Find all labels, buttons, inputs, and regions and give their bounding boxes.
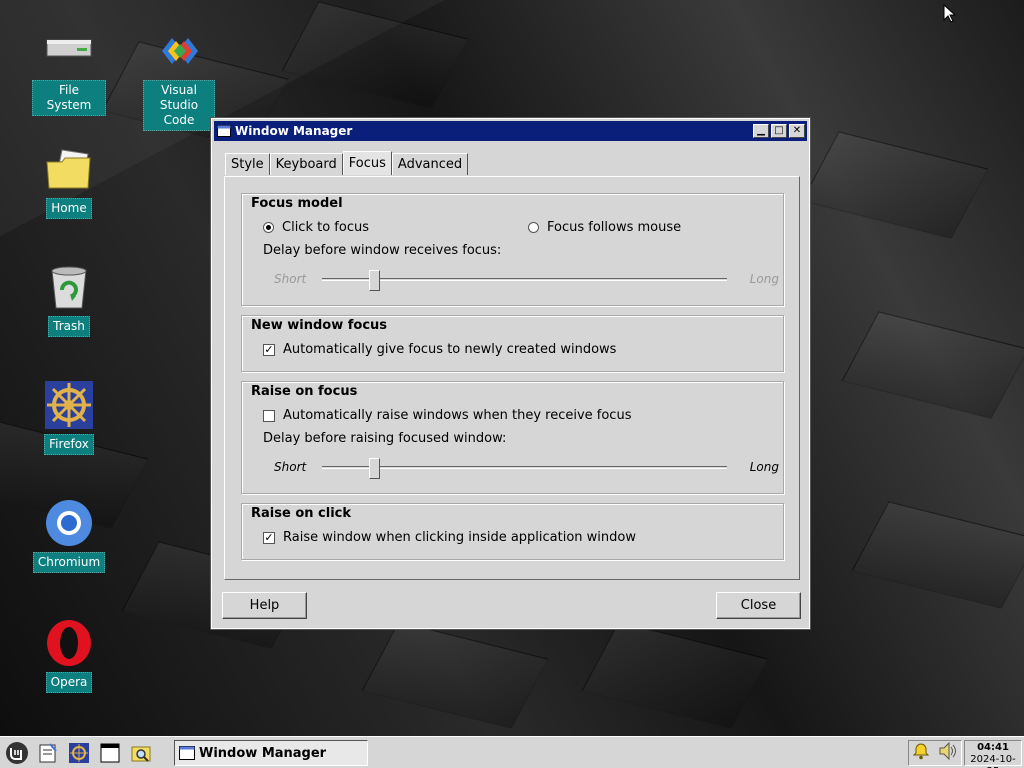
system-tray: [908, 740, 962, 766]
trash-icon: [51, 266, 87, 309]
drive-icon: [46, 39, 92, 57]
raise-delay-slider-thumb[interactable]: [369, 458, 380, 479]
start-menu-button[interactable]: [3, 740, 31, 766]
chromium-icon: [46, 500, 92, 546]
maximize-button[interactable]: □: [771, 124, 787, 138]
titlebar[interactable]: Window Manager ▁ □ ✕: [214, 121, 807, 141]
help-button[interactable]: Help: [222, 592, 307, 619]
desktop-icon-label: Trash: [48, 316, 90, 337]
minimize-icon: ▁: [757, 125, 765, 136]
desktop-icon-label: Firefox: [44, 434, 94, 455]
give-focus-new-windows-label: Automatically give focus to newly create…: [283, 342, 617, 357]
desktop-icon-label: Chromium: [32, 552, 106, 573]
vscode-icon: [162, 38, 198, 64]
raise-on-click-checkbox[interactable]: ✓: [263, 531, 275, 544]
desktop-icon-vscode[interactable]: Visual Studio Code: [142, 26, 216, 131]
focus-delay-short-label: Short: [274, 272, 307, 286]
new-window-focus-group: New window focus ✓ Automatically give fo…: [241, 315, 784, 372]
desktop-icon-firefox[interactable]: Firefox: [32, 380, 106, 455]
clock-time: 04:41: [977, 742, 1009, 753]
firefox-icon: [45, 381, 93, 429]
text-editor-icon: [39, 742, 57, 762]
desktop-icon-home[interactable]: Home: [32, 144, 106, 219]
desktop-icon-label: Visual Studio Code: [143, 80, 215, 131]
raise-delay-long-label: Long: [749, 460, 779, 474]
click-to-focus-label: Click to focus: [282, 220, 369, 235]
desktop-icon-label: File System: [32, 80, 106, 116]
click-to-focus-option[interactable]: Click to focus: [263, 220, 369, 235]
tab-keyboard[interactable]: Keyboard: [269, 153, 343, 175]
opera-icon: [47, 620, 91, 666]
desktop-icon-label: Home: [46, 198, 92, 219]
focus-delay-slider-row: Short Long: [274, 268, 779, 292]
desktop-icon-trash[interactable]: Trash: [32, 262, 106, 337]
window-manager-app-icon: [217, 125, 231, 137]
taskbar: Window Manager 04:41 2024-10-25: [0, 736, 1024, 768]
firefox-icon: [69, 742, 89, 763]
volume-speaker-icon[interactable]: [938, 741, 958, 765]
clock-date: 2024-10-25: [970, 754, 1016, 768]
auto-raise-label: Automatically raise windows when they re…: [283, 408, 632, 423]
raise-on-click-title: Raise on click: [251, 506, 352, 521]
tab-focus[interactable]: Focus: [342, 151, 392, 175]
focus-delay-label: Delay before window receives focus:: [263, 243, 502, 258]
search-folder-icon: [131, 746, 151, 762]
quicklaunch-file-search[interactable]: [127, 740, 155, 766]
auto-raise-checkbox[interactable]: [263, 409, 275, 422]
focus-model-group: Focus model Click to focus Focus follows…: [241, 193, 784, 306]
raise-on-focus-title: Raise on focus: [251, 384, 358, 399]
focus-follows-mouse-label: Focus follows mouse: [547, 220, 682, 235]
close-window-button[interactable]: ✕: [789, 124, 805, 138]
notification-bell-icon[interactable]: [912, 742, 930, 764]
focus-delay-slider[interactable]: [322, 270, 727, 291]
focus-delay-slider-thumb[interactable]: [369, 270, 380, 291]
taskbar-entry-label: Window Manager: [199, 745, 327, 761]
tab-bar: Style Keyboard Focus Advanced: [225, 151, 469, 175]
focus-tab-panel: Focus model Click to focus Focus follows…: [224, 176, 800, 580]
minimize-button[interactable]: ▁: [753, 124, 769, 138]
mint-logo-icon: [6, 741, 28, 764]
focus-delay-long-label: Long: [749, 272, 779, 286]
raise-delay-slider-row: Short Long: [274, 456, 779, 480]
new-window-focus-title: New window focus: [251, 318, 388, 333]
clock[interactable]: 04:41 2024-10-25: [964, 740, 1022, 768]
quicklaunch-editor[interactable]: [34, 740, 62, 766]
raise-on-click-group: Raise on click ✓ Raise window when click…: [241, 503, 784, 560]
auto-raise-option[interactable]: Automatically raise windows when they re…: [263, 408, 631, 423]
window-manager-app-icon: [179, 746, 195, 760]
click-to-focus-radio[interactable]: [263, 222, 274, 233]
raise-delay-slider[interactable]: [322, 458, 727, 479]
close-button[interactable]: Close: [716, 592, 801, 619]
raise-on-click-label: Raise window when clicking inside applic…: [283, 530, 636, 545]
mouse-cursor-icon: [943, 4, 957, 23]
raise-on-click-option[interactable]: ✓ Raise window when clicking inside appl…: [263, 530, 636, 545]
focus-model-title: Focus model: [251, 196, 343, 211]
focus-follows-mouse-option[interactable]: Focus follows mouse: [528, 220, 681, 235]
give-focus-new-windows-option[interactable]: ✓ Automatically give focus to newly crea…: [263, 342, 616, 357]
close-icon: ✕: [792, 125, 802, 136]
desktop-icon-chromium[interactable]: Chromium: [32, 498, 106, 573]
tab-style[interactable]: Style: [225, 153, 270, 175]
give-focus-new-windows-checkbox[interactable]: ✓: [263, 343, 275, 356]
raise-delay-label: Delay before raising focused window:: [263, 431, 507, 446]
quicklaunch-terminal[interactable]: [96, 740, 124, 766]
tab-advanced[interactable]: Advanced: [391, 153, 469, 175]
raise-delay-short-label: Short: [274, 460, 307, 474]
taskbar-window-manager[interactable]: Window Manager: [174, 740, 368, 766]
maximize-icon: □: [774, 125, 784, 136]
desktop-icon-file-system[interactable]: File System: [32, 26, 106, 116]
quicklaunch-firefox[interactable]: [65, 740, 93, 766]
desktop-icon-label: Opera: [45, 672, 93, 693]
focus-follows-mouse-radio[interactable]: [528, 222, 539, 233]
raise-on-focus-group: Raise on focus Automatically raise windo…: [241, 381, 784, 494]
window-title: Window Manager: [235, 124, 353, 138]
terminal-window-icon: [100, 743, 120, 762]
home-folder-icon: [46, 149, 91, 189]
desktop-icon-opera[interactable]: Opera: [32, 618, 106, 693]
window-manager-dialog: Window Manager ▁ □ ✕ Style Keyboard Focu…: [210, 117, 811, 630]
